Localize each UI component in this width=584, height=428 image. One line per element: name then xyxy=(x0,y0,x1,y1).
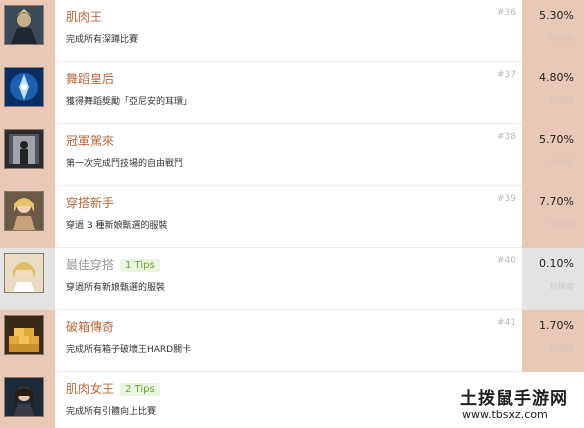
rarity-label: 珍稀度 xyxy=(550,96,574,105)
tips-badge[interactable]: 2 Tips xyxy=(120,383,160,396)
achievement-title: 肌肉女王 2 Tips xyxy=(66,380,160,397)
achievement-title: 穿搭新手 xyxy=(66,196,115,210)
rarity-box: 5.70% 珍稀度 xyxy=(522,124,584,186)
thumb-column xyxy=(0,310,55,372)
rarity-label: 珍稀度 xyxy=(550,34,574,43)
rarity-box: 0.10% 珍稀度 xyxy=(522,248,584,310)
achievement-percent: 7.70% xyxy=(539,195,574,208)
watermark-url: www.tbsxz.com xyxy=(462,408,548,421)
achievement-row[interactable]: 冠軍駕來 第一次完成鬥技場的自由戰鬥 #38 5.70% 珍稀度 xyxy=(0,124,584,186)
achievement-row[interactable]: 破箱傳奇 完成所有箱子破壞王HARD關卡 #41 1.70% 珍稀度 xyxy=(0,310,584,372)
achievement-description: 完成所有深蹲比賽 xyxy=(66,35,139,45)
rarity-box: 5.30% 珍稀度 xyxy=(522,0,584,62)
achievement-row[interactable]: 穿搭新手 穿過 3 種新娘甄選的服裝 #39 7.70% 珍稀度 xyxy=(0,186,584,248)
achievement-title: 破箱傳奇 xyxy=(66,320,115,334)
rarity-label: 珍稀度 xyxy=(550,158,574,167)
achievement-percent: 0.10% xyxy=(539,257,574,270)
achievement-row[interactable]: 最佳穿搭 1 Tips 穿過所有新娘甄選的服裝 #40 0.10% 珍稀度 xyxy=(0,248,584,310)
thumb-column xyxy=(0,0,55,62)
champion-icon xyxy=(4,129,44,169)
thumb-column xyxy=(0,186,55,248)
rarity-box: 7.70% 珍稀度 xyxy=(522,186,584,248)
achievement-row[interactable]: 舞蹈皇后 獲得舞蹈獎勵「亞尼安的耳環」 #37 4.80% 珍稀度 xyxy=(0,62,584,124)
achievement-description: 第一次完成鬥技場的自由戰鬥 xyxy=(66,159,184,169)
muscle-queen-icon xyxy=(4,377,44,417)
achievement-title: 最佳穿搭 1 Tips xyxy=(66,256,160,273)
achievement-description: 穿過 3 種新娘甄選的服裝 xyxy=(66,221,168,231)
best-outfit-icon xyxy=(4,253,44,293)
thumb-column xyxy=(0,62,55,124)
achievement-row[interactable]: 肌肉王 完成所有深蹲比賽 #36 5.30% 珍稀度 xyxy=(0,0,584,62)
achievement-description: 獲得舞蹈獎勵「亞尼安的耳環」 xyxy=(66,97,193,107)
thumb-column xyxy=(0,248,55,310)
achievement-description: 完成所有引體向上比賽 xyxy=(66,407,157,417)
achievement-title: 肌肉王 xyxy=(66,10,103,24)
achievement-title: 舞蹈皇后 xyxy=(66,72,115,86)
achievement-description: 穿過所有新娘甄選的服裝 xyxy=(66,283,166,293)
box-legend-icon xyxy=(4,315,44,355)
rarity-label: 珍稀度 xyxy=(550,282,574,291)
achievement-percent: 1.70% xyxy=(539,319,574,332)
outfit-novice-icon xyxy=(4,191,44,231)
achievement-title: 冠軍駕來 xyxy=(66,134,115,148)
watermark-title: 土拨鼠手游网 xyxy=(460,389,568,409)
achievement-description: 完成所有箱子破壞王HARD關卡 xyxy=(66,345,192,355)
achievement-number: #40 xyxy=(497,256,516,266)
thumb-column xyxy=(0,372,55,428)
achievement-number: #39 xyxy=(497,194,516,204)
rarity-box: 4.80% 珍稀度 xyxy=(522,62,584,124)
achievement-number: #41 xyxy=(497,318,516,328)
achievement-number: #36 xyxy=(497,8,516,18)
earring-icon xyxy=(4,67,44,107)
muscle-king-icon xyxy=(4,5,44,45)
site-watermark: 土拨鼠手游网 www.tbsxz.com xyxy=(452,382,584,428)
thumb-column xyxy=(0,124,55,186)
tips-badge[interactable]: 1 Tips xyxy=(120,259,160,272)
achievement-percent: 4.80% xyxy=(539,71,574,84)
rarity-label: 珍稀度 xyxy=(550,220,574,229)
rarity-label: 珍稀度 xyxy=(550,344,574,353)
achievement-percent: 5.30% xyxy=(539,9,574,22)
achievement-number: #37 xyxy=(497,70,516,80)
achievement-percent: 5.70% xyxy=(539,133,574,146)
rarity-box: 1.70% 珍稀度 xyxy=(522,310,584,372)
achievement-number: #38 xyxy=(497,132,516,142)
